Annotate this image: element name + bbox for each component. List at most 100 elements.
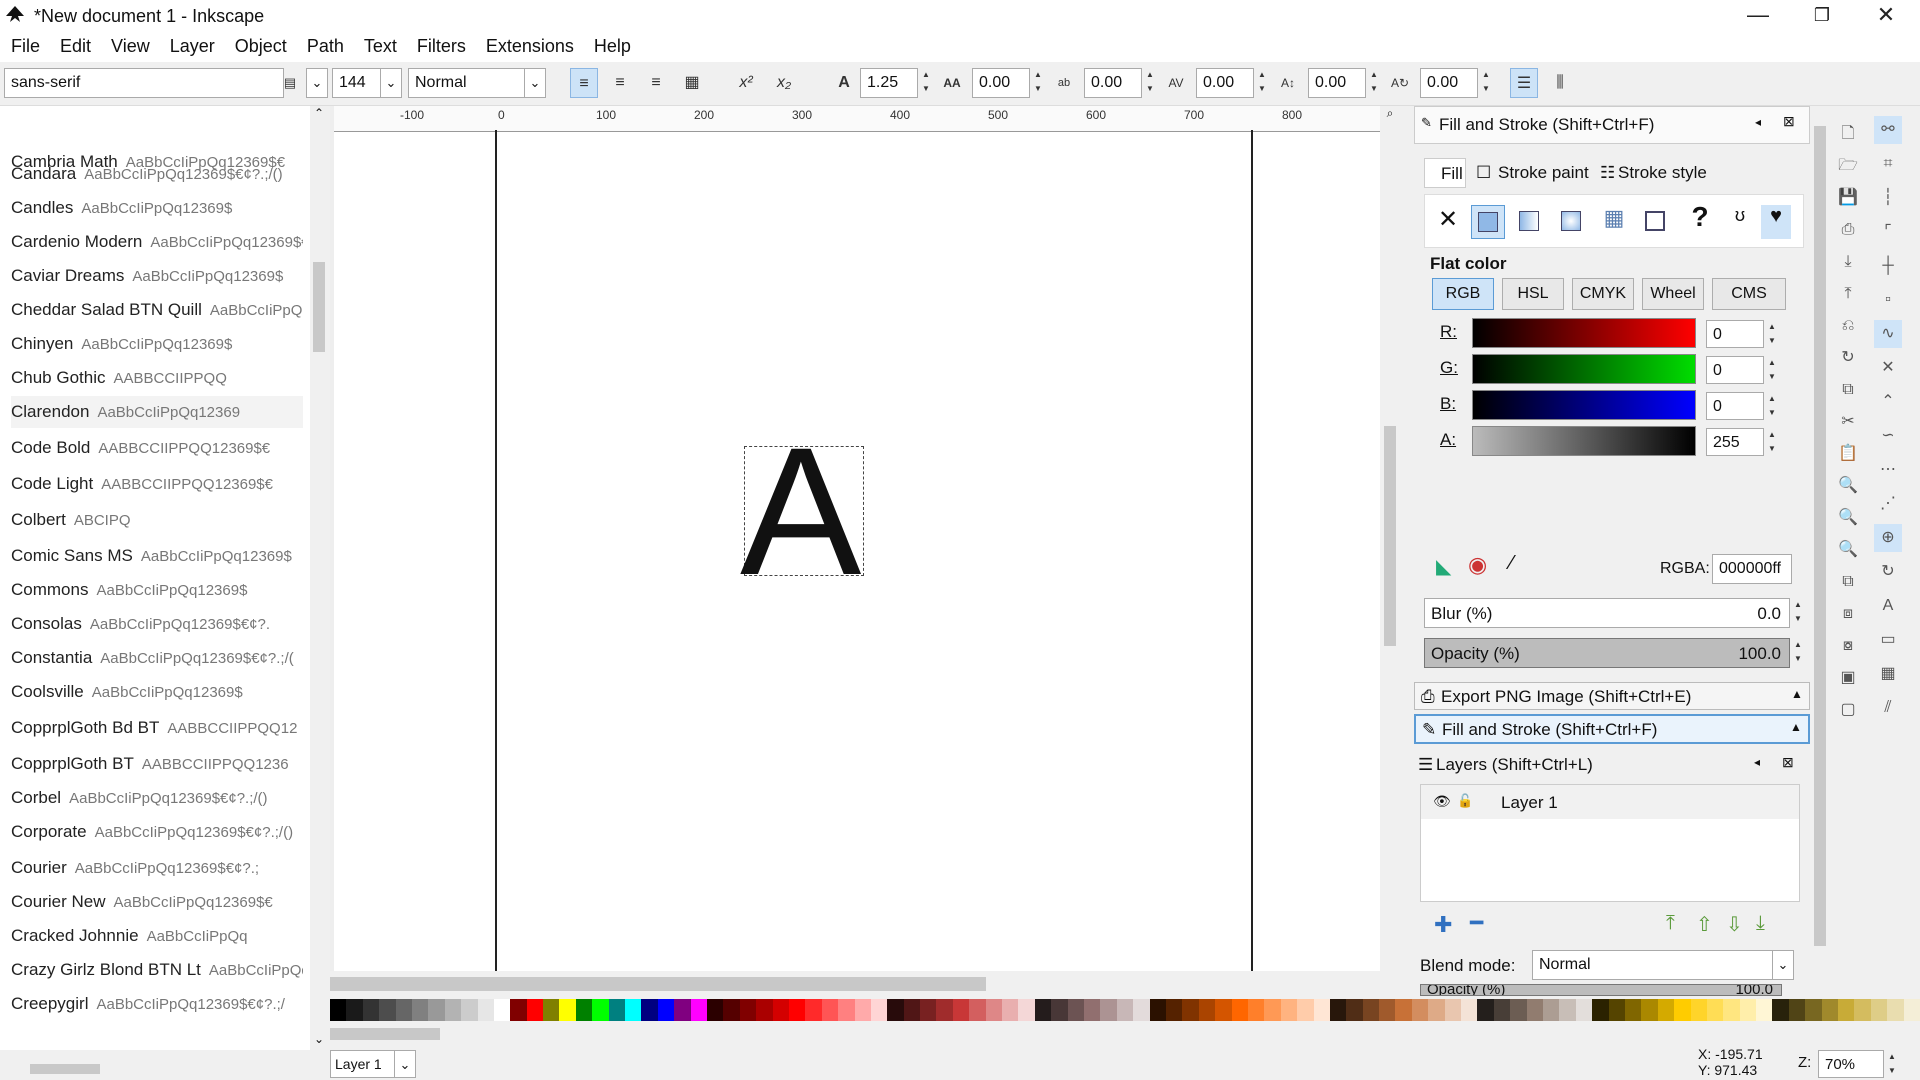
align-center-icon[interactable]: ≡ [606,68,634,98]
letter-spacing-input[interactable]: 0.00 [972,68,1030,98]
palette-swatch[interactable] [625,999,642,1021]
palette-swatch[interactable] [756,999,774,1021]
vertical-shift-spinner[interactable]: ▲ ▼ [1366,68,1382,98]
palette-swatch[interactable] [1870,999,1888,1021]
palette-swatch[interactable] [707,999,724,1021]
rgba-input[interactable]: 000000ff [1712,554,1792,584]
palette-swatch[interactable] [1592,999,1610,1021]
radial-gradient-icon[interactable] [1555,205,1589,239]
palette-swatch[interactable] [1411,999,1429,1021]
kerning-input[interactable]: 0.00 [1196,68,1254,98]
layer-to-top-icon[interactable]: ⤒ [1666,912,1675,935]
palette-swatch[interactable] [592,999,610,1021]
palette-swatch[interactable] [1313,999,1331,1021]
font-list-item[interactable]: Candara AaBbCcIiPpQq12369$€¢?.;/() [11,158,303,190]
linear-gradient-icon[interactable] [1513,205,1547,239]
layers-collapse-icon[interactable]: ◂ [1754,755,1760,769]
undo-icon[interactable]: ⎌ [1834,312,1862,340]
save-icon[interactable]: 💾 [1834,184,1862,212]
font-list-scroll-thumb[interactable] [313,262,325,352]
word-spacing-input[interactable]: 0.00 [1084,68,1142,98]
pattern-icon[interactable] [1639,205,1673,239]
palette-swatch[interactable] [1641,999,1659,1021]
snap-nodes-icon[interactable]: ▫ [1874,286,1902,314]
g-input[interactable]: 0 [1706,356,1764,384]
no-paint-icon[interactable]: ✕ [1431,205,1465,239]
redo-icon[interactable]: ↻ [1834,344,1862,372]
cut-icon[interactable]: ✂ [1834,408,1862,436]
menu-view[interactable]: View [100,32,159,57]
a-spinner[interactable]: ▲ ▼ [1764,428,1780,456]
blur-slider[interactable]: Blur (%) 0.0 [1424,598,1790,628]
eyedropper-icon[interactable]: ⁄ [1510,552,1513,575]
snap-path-icon[interactable]: ∿ [1874,320,1902,348]
palette-swatch[interactable] [1395,999,1413,1021]
font-style-select[interactable]: Normal [408,68,528,98]
font-list-item[interactable]: Constantia AaBbCcIiPpQq12369$€¢?.;/( [11,642,303,674]
palette-swatch[interactable] [1887,999,1905,1021]
palette-swatch[interactable] [1280,999,1298,1021]
import-icon[interactable]: ⤓ [1834,248,1862,276]
snap-midpoint-icon[interactable]: ⋯ [1874,456,1902,484]
horizontal-text-icon[interactable]: ☰ [1510,68,1538,98]
snap-others-icon[interactable]: ⋰ [1874,490,1902,518]
palette-swatch[interactable] [887,999,905,1021]
duplicate-icon[interactable]: ⧉ [1834,568,1862,596]
mode-cms-button[interactable]: CMS [1712,278,1786,310]
palette-swatch[interactable] [1838,999,1855,1021]
font-list-item[interactable]: Creepygirl AaBbCcIiPpQq12369$€¢?.;/ [11,988,303,1020]
palette-swatch[interactable] [1788,999,1806,1021]
opacity-slider[interactable]: Opacity (%) 100.0 [1424,638,1790,668]
palette-swatch[interactable] [690,999,708,1021]
minimize-button[interactable]: — [1726,0,1790,32]
palette-swatch[interactable] [1510,999,1528,1021]
palette-swatch[interactable] [1198,999,1216,1021]
font-list-item[interactable]: Chinyen AaBbCcIiPpQq12369$ [11,328,303,360]
palette-swatch[interactable] [1903,999,1920,1021]
letter-spacing-spinner[interactable]: ▲ ▼ [1030,68,1046,98]
layers-close-icon[interactable]: ⊠ [1782,754,1794,771]
group-icon[interactable]: ▣ [1834,664,1862,692]
palette-swatch[interactable] [1854,999,1872,1021]
font-list-item[interactable]: Caviar Dreams AaBbCcIiPpQq12369$ [11,260,303,292]
evenodd-icon[interactable]: ʊ [1725,205,1755,239]
mode-rgb-button[interactable]: RGB [1432,278,1494,310]
align-right-icon[interactable]: ≡ [642,68,670,98]
line-spacing-spinner[interactable]: ▲ ▼ [918,68,934,98]
font-list-item[interactable]: Chub Gothic AABBCCIIPPQQ [11,362,303,394]
color-palette[interactable] [330,999,1920,1021]
palette-swatch[interactable] [477,999,495,1021]
align-left-icon[interactable]: ≡ [570,68,598,98]
palette-swatch[interactable] [1756,999,1773,1021]
unlink-clone-icon[interactable]: ⧇ [1834,632,1862,660]
open-icon[interactable]: 🗁 [1834,152,1862,180]
palette-swatch[interactable] [1002,999,1019,1021]
layer-to-bottom-icon[interactable]: ⤓ [1756,912,1765,935]
font-list[interactable]: Cambria Math AaBbCcIiPpQq12369$€ Candara Aa… [0,106,314,1050]
palette-swatch[interactable] [608,999,626,1021]
palette-swatch[interactable] [1084,999,1101,1021]
r-slider[interactable] [1472,318,1696,348]
snap-intersection-icon[interactable]: ✕ [1874,354,1902,382]
palette-swatch[interactable] [575,999,593,1021]
b-slider[interactable] [1472,390,1696,420]
palette-swatch[interactable] [903,999,921,1021]
blur-spinner[interactable]: ▲ ▼ [1790,598,1806,628]
palette-swatch[interactable] [1264,999,1282,1021]
font-size-input[interactable]: 144 [332,68,382,98]
palette-swatch[interactable] [1624,999,1642,1021]
font-size-dropdown[interactable]: ⌄ [380,68,402,98]
font-list-item[interactable]: Colbert ABCIPQ [11,504,303,536]
palette-swatch[interactable] [674,999,692,1021]
clone-icon[interactable]: ⧈ [1834,600,1862,628]
snap-bbox-edge-icon[interactable]: ┆ [1874,184,1902,212]
palette-swatch[interactable] [854,999,872,1021]
superscript-icon[interactable]: x² [732,68,760,98]
palette-swatch[interactable] [1100,999,1118,1021]
tab-stroke-paint[interactable]: Stroke paint ☐ [1470,158,1590,188]
vertical-shift-input[interactable]: 0.00 [1308,68,1366,98]
palette-swatch[interactable] [723,999,741,1021]
palette-swatch[interactable] [510,999,528,1021]
current-layer-dropdown[interactable]: ⌄ [394,1050,416,1078]
palette-swatch[interactable] [920,999,937,1021]
